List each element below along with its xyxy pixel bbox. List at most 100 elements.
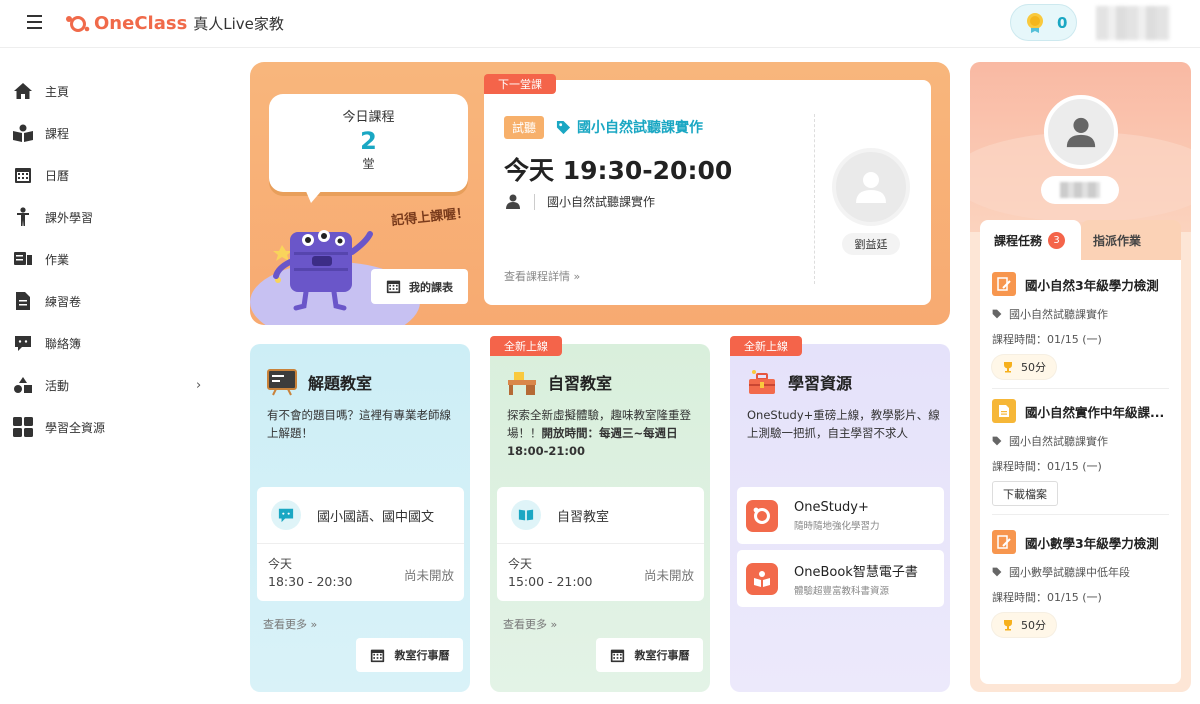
classroom-day: 今天 [268,557,293,571]
tab-course-tasks[interactable]: 課程任務 3 [980,220,1081,260]
new-badge: 全新上線 [730,336,802,356]
reminder-text: 記得上課喔！ [390,205,470,230]
score-badge: 50分 [992,613,1056,637]
new-badge: 全新上線 [490,336,562,356]
tab-label: 課程任務 [994,233,1043,248]
task-item[interactable]: 國小數學3年級學力檢測 國小數學試聽課中低年段 課程時間：01/15 (一) 5… [980,530,1181,637]
course-detail-link[interactable]: 查看課程詳情 » [504,268,580,284]
sidebar-item-label: 學習全資源 [45,420,106,435]
card-description: 探索全新虛擬體驗，趣味教室隆重登場！！開放時間：每週三~每週日 18:00-21… [507,406,702,460]
classroom-time: 15:00 - 21:00 [508,574,593,589]
shapes-icon [12,374,34,396]
task-course: 國小自然試聽課實作 [992,433,1169,449]
toolbox-icon [749,370,775,394]
medal-count: 0 [1057,13,1068,32]
sidebar-item-contact-book[interactable]: 聯絡簿 [0,322,230,364]
today-course-count: 2 [360,127,377,155]
next-course-title[interactable]: 國小自然試聽課實作 [556,117,703,137]
sidebar-item-courses[interactable]: 課程 [0,112,230,154]
tag-icon [992,309,1002,319]
see-more-link[interactable]: 查看更多 » [263,616,317,632]
chat-icon [12,332,34,354]
classroom-item[interactable]: 國小國語、國中國文 今天 18:30 - 20:30 尚未開放 [257,487,464,601]
next-class-tag: 下一堂課 [484,74,556,94]
onestudy-icon [746,499,778,532]
blackboard-icon [267,369,297,396]
today-banner: 今日課程 2 堂 記得上課喔！ 我的課表 試聽 國小自然試聽課實作 今天 19:… [250,62,950,325]
task-course-name: 國小自然試聽課實作 [1009,435,1108,448]
desk-icon [508,372,536,395]
classroom-calendar-label: 教室行事曆 [634,649,690,662]
profile-panel: 課程任務 3 指派作業 國小自然3年級學力檢測 國小自然試聽課實作 課程時間：0… [970,62,1191,692]
menu-icon[interactable] [27,15,42,29]
profile-name-blurred [1041,176,1119,204]
solve-classroom-card: 解題教室 有不會的題目嗎？這裡有專業老師線上解題！ 國小國語、國中國文 今天 1… [250,344,470,692]
my-schedule-button[interactable]: 我的課表 [371,269,468,304]
resource-text: OneBook智慧電子書 體驗超豐富教科書資源 [794,561,918,597]
sidebar-item-label: 課程 [45,126,70,141]
teacher-avatar [832,148,910,226]
chevron-right-icon: › [196,377,202,393]
task-header: 國小自然3年級學力檢測 [992,272,1169,296]
onebook-link[interactable]: OneBook智慧電子書 體驗超豐富教科書資源 [737,550,944,607]
card-title: 學習資源 [788,374,853,393]
score-badge: 50分 [992,355,1056,379]
next-class-card[interactable]: 試聽 國小自然試聽課實作 今天 19:30-20:00 國小自然試聽課實作 查看… [484,80,931,305]
sidebar-item-all-resources[interactable]: 學習全資源 [0,406,230,448]
classroom-name: 國小國語、國中國文 [317,509,435,525]
brand-name: OneClass [94,12,188,34]
task-course-name: 國小數學試聽課中低年段 [1009,566,1130,579]
task-item[interactable]: 國小自然實作中年級課... 國小自然試聽課實作 課程時間：01/15 (一) 下… [980,399,1181,506]
see-more-link[interactable]: 查看更多 » [503,616,557,632]
logo[interactable]: OneClass 真人Live家教 [64,10,284,36]
resource-name: OneBook智慧電子書 [794,564,918,580]
user-profile-blurred[interactable] [1096,6,1170,40]
download-file-button[interactable]: 下載檔案 [992,481,1058,506]
chat-bubble-icon [271,500,301,530]
brand-subtitle: 真人Live家教 [193,14,284,33]
oneclass-logo-icon [64,14,91,32]
divider [992,514,1169,515]
my-schedule-label: 我的課表 [409,280,453,294]
sidebar-item-extracurricular[interactable]: 課外學習 [0,196,230,238]
teacher-course-line: 國小自然試聽課實作 [506,193,655,210]
sidebar-item-events[interactable]: 活動 › [0,364,230,406]
onebook-icon [746,562,778,595]
classroom-name: 自習教室 [557,509,610,525]
sidebar-item-label: 主頁 [45,84,70,99]
sidebar-item-label: 日曆 [45,168,70,183]
task-course: 國小數學試聽課中低年段 [992,564,1169,580]
homework-icon [12,248,34,270]
medal-icon [1027,12,1043,33]
onestudy-link[interactable]: OneStudy+ 隨時隨地強化學習力 [737,487,944,544]
task-item[interactable]: 國小自然3年級學力檢測 國小自然試聽課實作 課程時間：01/15 (一) 50分 [980,272,1181,379]
classroom-calendar-button[interactable]: 教室行事曆 [596,638,703,672]
task-title: 國小自然實作中年級課... [1025,404,1165,420]
trial-badge: 試聽 [504,116,544,139]
task-title: 國小自然3年級學力檢測 [1025,277,1159,293]
sidebar-item-homework[interactable]: 作業 [0,238,230,280]
classroom-day: 今天 [508,557,533,571]
card-header: 學習資源 [746,368,852,396]
today-course-unit: 堂 [362,157,375,171]
teacher-course-name: 國小自然試聽課實作 [547,195,656,209]
sidebar-item-home[interactable]: 主頁 [0,70,230,112]
sidebar-item-calendar[interactable]: 日曆 [0,154,230,196]
sidebar-item-label: 練習卷 [45,294,82,309]
home-icon [12,80,34,102]
top-bar: OneClass 真人Live家教 0 [0,0,1200,48]
tab-assigned-homework[interactable]: 指派作業 [1081,220,1181,260]
medal-counter[interactable]: 0 [1010,4,1077,41]
divider [534,193,535,210]
sidebar-item-worksheets[interactable]: 練習卷 [0,280,230,322]
tag-icon [992,436,1002,446]
card-title: 自習教室 [548,374,613,393]
classroom-calendar-button[interactable]: 教室行事曆 [356,638,463,672]
classroom-item[interactable]: 自習教室 今天 15:00 - 21:00 尚未開放 [497,487,704,601]
card-header: 自習教室 [506,368,612,396]
profile-avatar[interactable] [1044,95,1118,169]
score-value: 50分 [1021,619,1046,632]
task-header: 國小自然實作中年級課... [992,399,1169,423]
card-description: OneStudy+重磅上線，教學影片、線上測驗一把抓，自主學習不求人 [747,408,940,440]
task-time: 課程時間：01/15 (一) [992,591,1102,604]
